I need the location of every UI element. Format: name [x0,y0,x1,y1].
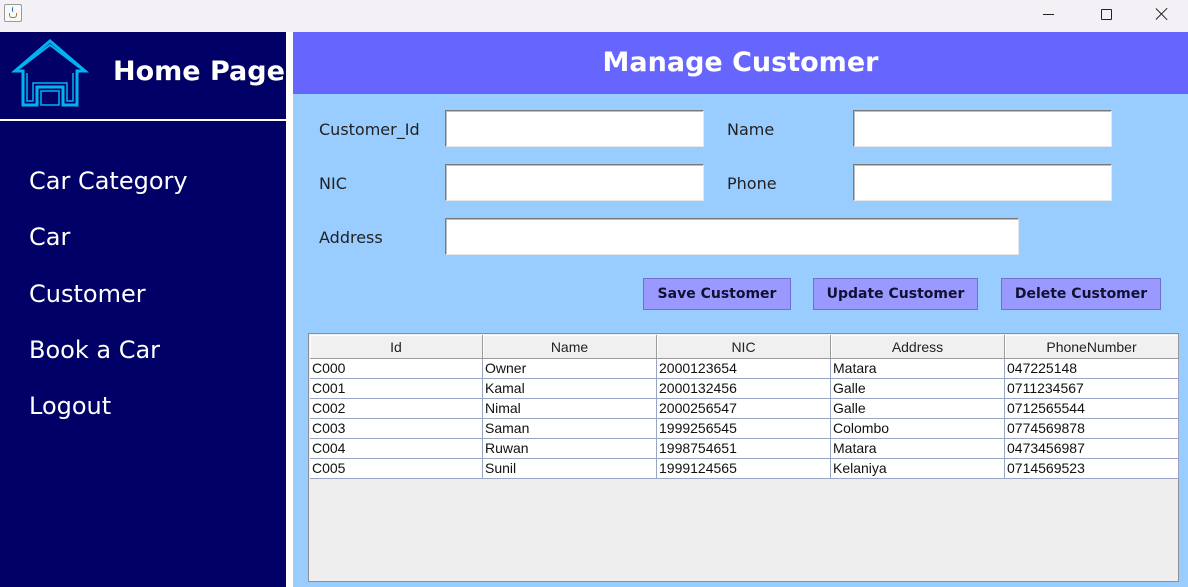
cell-nic: 1999256545 [657,419,831,439]
table-body: C000 Owner 2000123654 Matara 047225148 C… [310,359,1179,479]
maximize-icon [1100,8,1112,20]
table-row[interactable]: C001 Kamal 2000132456 Galle 0711234567 [310,379,1179,399]
name-label: Name [727,120,775,139]
column-header-phone-number[interactable]: PhoneNumber [1005,335,1179,359]
panel-separator [286,32,293,587]
save-customer-button[interactable]: Save Customer [643,278,791,310]
table-row[interactable]: C002 Nimal 2000256547 Galle 0712565544 [310,399,1179,419]
cell-name: Nimal [483,399,657,419]
cell-id: C005 [310,459,483,479]
table-header: Id Name NIC Address PhoneNumber [310,335,1179,359]
cell-nic: 1998754651 [657,439,831,459]
column-header-id[interactable]: Id [310,335,483,359]
customer-table[interactable]: Id Name NIC Address PhoneNumber C000 Own… [308,333,1179,582]
cell-address: Matara [831,439,1005,459]
cell-name: Kamal [483,379,657,399]
cell-address: Colombo [831,419,1005,439]
cell-name: Saman [483,419,657,439]
page-title: Manage Customer [602,47,879,78]
close-button[interactable] [1135,0,1188,28]
minimize-icon [1042,14,1054,15]
close-icon [1155,7,1169,21]
nav-item-car[interactable]: Car [29,223,70,251]
nav-item-customer[interactable]: Customer [29,280,146,308]
cell-name: Sunil [483,459,657,479]
table-row[interactable]: C000 Owner 2000123654 Matara 047225148 [310,359,1179,379]
cell-nic: 2000123654 [657,359,831,379]
cell-address: Matara [831,359,1005,379]
phone-field[interactable] [853,164,1112,201]
cell-address: Kelaniya [831,459,1005,479]
cell-nic: 2000256547 [657,399,831,419]
cell-id: C001 [310,379,483,399]
home-icon[interactable] [11,37,89,109]
cell-id: C004 [310,439,483,459]
cell-id: C002 [310,399,483,419]
page-header: Manage Customer [293,32,1188,94]
nav-item-book-a-car[interactable]: Book a Car [29,336,160,364]
nic-field[interactable] [445,164,704,201]
column-header-nic[interactable]: NIC [657,335,831,359]
nic-label: NIC [319,174,347,193]
cell-name: Owner [483,359,657,379]
cell-id: C000 [310,359,483,379]
home-page-title[interactable]: Home Page [113,56,285,87]
column-header-address[interactable]: Address [831,335,1005,359]
table-row[interactable]: C003 Saman 1999256545 Colombo 0774569878 [310,419,1179,439]
cell-phone-number: 0714569523 [1005,459,1179,479]
name-field[interactable] [853,110,1112,147]
minimize-button[interactable] [1019,0,1077,28]
sidebar: Home Page Car Category Car Customer Book… [0,32,286,587]
column-header-name[interactable]: Name [483,335,657,359]
cell-nic: 2000132456 [657,379,831,399]
cell-phone-number: 0712565544 [1005,399,1179,419]
maximize-button[interactable] [1077,0,1135,28]
cell-id: C003 [310,419,483,439]
delete-customer-button[interactable]: Delete Customer [1001,278,1161,310]
cell-address: Galle [831,379,1005,399]
cell-name: Ruwan [483,439,657,459]
customer-id-field[interactable] [445,110,704,147]
cell-address: Galle [831,399,1005,419]
address-label: Address [319,228,383,247]
main-panel: Manage Customer Customer_Id Name NIC Pho… [293,32,1188,587]
table-row[interactable]: C004 Ruwan 1998754651 Matara 0473456987 [310,439,1179,459]
sidebar-divider [0,119,286,121]
customer-id-label: Customer_Id [319,120,420,139]
cell-phone-number: 0711234567 [1005,379,1179,399]
table-row[interactable]: C005 Sunil 1999124565 Kelaniya 071456952… [310,459,1179,479]
cell-phone-number: 0473456987 [1005,439,1179,459]
update-customer-button[interactable]: Update Customer [813,278,978,310]
cell-nic: 1999124565 [657,459,831,479]
nav-item-logout[interactable]: Logout [29,392,111,420]
address-field[interactable] [445,218,1019,255]
cell-phone-number: 0774569878 [1005,419,1179,439]
nav-item-car-category[interactable]: Car Category [29,167,188,195]
phone-label: Phone [727,174,777,193]
window-titlebar [0,0,1188,32]
cell-phone-number: 047225148 [1005,359,1179,379]
java-icon[interactable] [4,4,22,22]
